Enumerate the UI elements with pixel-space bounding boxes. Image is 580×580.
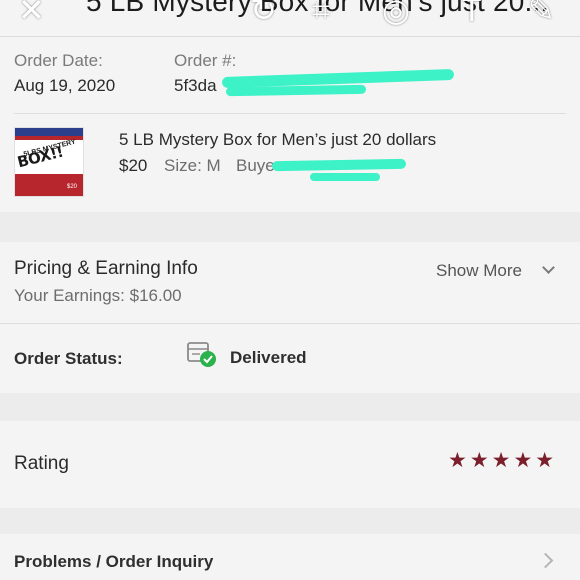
- divider: [14, 113, 566, 114]
- close-icon[interactable]: ✕: [18, 0, 45, 26]
- earnings-text: Your Earnings: $16.00: [14, 286, 182, 305]
- problems-label[interactable]: Problems / Order Inquiry: [14, 552, 213, 572]
- header-bar: 5 LB Mystery Box for Men's just 20... ✕ …: [0, 0, 580, 34]
- redaction-mark: [310, 173, 380, 181]
- redaction-mark: [271, 158, 407, 172]
- filter-icon[interactable]: ◎: [382, 0, 410, 26]
- item-thumbnail[interactable]: 5LBS MYSTERY BOX!! $20: [14, 127, 84, 197]
- thumbnail-box-text: BOX!!: [15, 142, 65, 172]
- thumbnail-price: $20: [64, 184, 79, 190]
- rating-label: Rating: [14, 453, 69, 474]
- item-buyer: Buye: [236, 156, 275, 175]
- order-number-label: Order #:: [174, 51, 237, 70]
- pencil-icon[interactable]: ✎: [528, 0, 555, 26]
- section-spacer: [0, 393, 580, 421]
- order-number-value: 5f3da: [174, 76, 217, 95]
- pricing-section[interactable]: [0, 242, 580, 322]
- order-date-value: Aug 19, 2020: [14, 76, 116, 95]
- item-size: Size: M: [164, 156, 221, 175]
- section-spacer: [0, 508, 580, 534]
- rotate-icon[interactable]: ↻: [250, 0, 277, 26]
- show-more-button[interactable]: Show More: [436, 261, 522, 281]
- crop-icon[interactable]: ⌗: [312, 0, 330, 26]
- text-icon[interactable]: T: [462, 0, 482, 26]
- rating-stars: ★★★★★: [448, 449, 558, 472]
- order-status-label: Order Status:: [14, 349, 123, 368]
- item-price: $20: [119, 156, 148, 175]
- item-title[interactable]: 5 LB Mystery Box for Men’s just 20 dolla…: [119, 130, 436, 150]
- order-status-value: Delivered: [230, 348, 307, 367]
- section-spacer: [0, 212, 580, 242]
- delivered-package-icon: [187, 342, 216, 367]
- pricing-title: Pricing & Earning Info: [14, 258, 198, 279]
- order-date-label: Order Date:: [14, 51, 103, 70]
